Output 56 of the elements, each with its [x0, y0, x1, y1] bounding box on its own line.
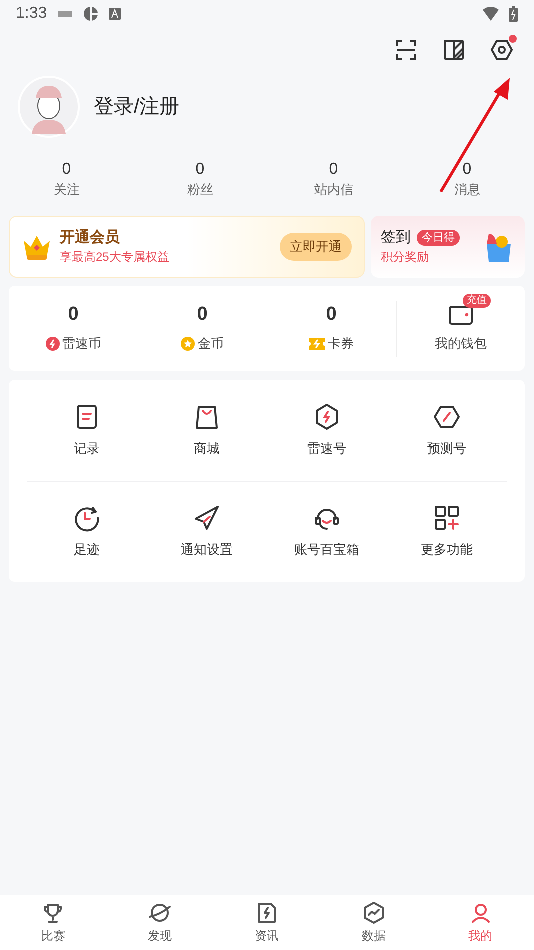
nav-tab[interactable]: 发现 [106, 895, 214, 950]
grid-plus-icon [433, 504, 461, 532]
open-vip-button[interactable]: 立即开通 [280, 233, 352, 261]
battery-icon [509, 6, 518, 22]
ticket-icon [309, 338, 325, 350]
login-link[interactable]: 登录/注册 [94, 92, 180, 122]
hexagon-chart-icon [362, 900, 386, 924]
balance-value: 0 [326, 304, 337, 326]
nav-tab[interactable]: 我的 [427, 895, 534, 950]
checkin-card[interactable]: 签到 今日得 积分奖励 [371, 216, 525, 278]
tool-label[interactable]: 预测号 [428, 438, 466, 458]
theme-icon[interactable] [442, 38, 466, 62]
clock-icon [73, 504, 101, 532]
vip-subtitle: 享最高25大专属权益 [60, 249, 170, 266]
balance-label[interactable]: 卡券 [328, 334, 354, 354]
recharge-badge: 充值 [463, 294, 491, 308]
vip-card[interactable]: 开通会员 享最高25大专属权益 立即开通 [9, 216, 365, 278]
nav-tab[interactable]: 数据 [320, 895, 428, 950]
tool-label[interactable]: 足迹 [74, 540, 100, 560]
scan-icon[interactable] [394, 38, 418, 62]
stat-value: 0 [462, 160, 472, 180]
balance-value: 0 [68, 304, 79, 326]
tool-label[interactable]: 通知设置 [181, 540, 233, 560]
stat-value: 0 [62, 160, 72, 180]
balance-label[interactable]: 金币 [198, 334, 224, 354]
tool-label[interactable]: 更多功能 [421, 540, 473, 560]
app-icon [57, 8, 74, 20]
aperture-icon [83, 6, 100, 22]
keyboard-icon [109, 8, 122, 20]
status-time: 1:33 [16, 4, 48, 24]
bolt-coin-icon [46, 336, 60, 350]
checkin-subtitle: 积分奖励 [381, 249, 430, 266]
stat-label[interactable]: 粉丝 [187, 180, 214, 200]
vip-title: 开通会员 [60, 228, 121, 248]
wallet-icon[interactable] [449, 304, 473, 326]
nav-tab[interactable]: 比赛 [0, 895, 107, 950]
checkin-badge: 今日得 [417, 230, 460, 246]
star-coin-icon [181, 336, 195, 350]
stat-label[interactable]: 站内信 [314, 180, 354, 200]
settings-icon[interactable] [490, 38, 514, 62]
paper-plane-icon [193, 504, 221, 532]
balance-label[interactable]: 雷速币 [62, 334, 102, 354]
wallet-label[interactable]: 我的钱包 [435, 334, 487, 354]
checkin-title: 签到 [381, 228, 411, 248]
stat-label[interactable]: 消息 [454, 180, 480, 200]
balance-value: 0 [197, 304, 208, 326]
tool-label[interactable]: 雷速号 [308, 438, 346, 458]
tool-label[interactable]: 记录 [74, 438, 100, 458]
stat-label[interactable]: 关注 [54, 180, 80, 200]
stat-value: 0 [196, 160, 205, 180]
stat-value: 0 [329, 160, 338, 180]
nav-tab[interactable]: 资讯 [214, 895, 320, 950]
wifi-icon [483, 7, 499, 21]
hexagon-bolt-icon [313, 402, 341, 431]
tool-label[interactable]: 账号百宝箱 [294, 540, 360, 560]
tool-label[interactable]: 商城 [194, 438, 220, 458]
